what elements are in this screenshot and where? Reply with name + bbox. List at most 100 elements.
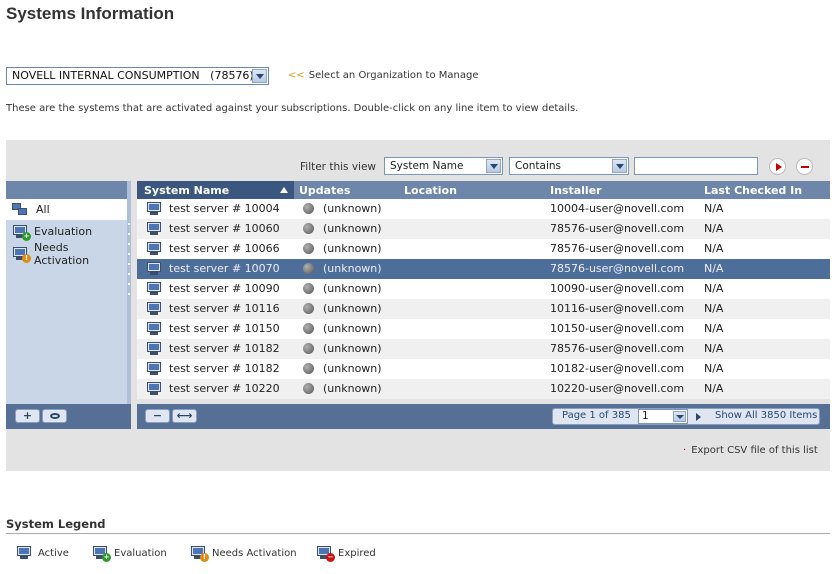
table-row[interactable]: test server # 10220 (unknown) 10220-user@n… bbox=[137, 379, 830, 399]
installer-cell: 10182-user@novell.com bbox=[550, 362, 685, 375]
legend-label: Active bbox=[38, 547, 69, 559]
table-row[interactable]: test server # 10060 (unknown) 78576-user@n… bbox=[137, 219, 830, 239]
table-row[interactable]: test server # 10070 (unknown) 78576-user@n… bbox=[137, 259, 830, 279]
category-header bbox=[6, 181, 127, 199]
grid-header: System Name Updates Location Installer L… bbox=[137, 181, 830, 199]
export-csv-link[interactable]: · Export CSV file of this list bbox=[683, 445, 818, 456]
category-item-needs-activation[interactable]: ! Needs Activation bbox=[6, 241, 127, 267]
table-row[interactable]: test server # 10066 (unknown) 78576-user@n… bbox=[137, 239, 830, 259]
last-checked-in-cell: N/A bbox=[704, 362, 724, 375]
column-header-updates[interactable]: Updates bbox=[299, 184, 350, 197]
remove-system-button[interactable]: − bbox=[145, 409, 170, 423]
export-csv-text[interactable]: Export CSV file of this list bbox=[691, 445, 818, 456]
chevron-down-icon[interactable] bbox=[673, 411, 686, 422]
legend-item-needs-activation: ! Needs Activation bbox=[190, 546, 297, 562]
organization-select-value: NOVELL INTERNAL CONSUMPTION (78576) bbox=[12, 69, 254, 82]
intro-text: These are the systems that are activated… bbox=[6, 103, 579, 114]
updates-cell: (unknown) bbox=[323, 342, 382, 355]
filter-text-input[interactable] bbox=[634, 157, 758, 175]
active-system-icon bbox=[146, 282, 162, 296]
table-row[interactable]: test server # 10116 (unknown) 10116-user@n… bbox=[137, 299, 830, 319]
active-system-icon bbox=[146, 302, 162, 316]
organization-hint-text: Select an Organization to Manage bbox=[308, 70, 479, 81]
filter-field-select[interactable]: System Name bbox=[384, 157, 503, 175]
system-name-cell: test server # 10066 bbox=[169, 242, 280, 255]
installer-cell: 10004-user@novell.com bbox=[550, 202, 685, 215]
legend-item-active: Active bbox=[16, 546, 69, 560]
organization-select[interactable]: NOVELL INTERNAL CONSUMPTION (78576) bbox=[6, 67, 269, 85]
column-header-location[interactable]: Location bbox=[404, 184, 457, 197]
last-checked-in-cell: N/A bbox=[704, 262, 724, 275]
evaluation-icon: + bbox=[92, 546, 111, 562]
update-status-icon bbox=[303, 203, 314, 214]
installer-cell: 10220-user@novell.com bbox=[550, 382, 685, 395]
active-system-icon bbox=[146, 362, 162, 376]
system-name-cell: test server # 10004 bbox=[169, 202, 280, 215]
legend-label: Evaluation bbox=[114, 547, 167, 559]
all-systems-icon bbox=[12, 202, 30, 217]
legend-item-expired: − Expired bbox=[316, 546, 376, 562]
legend-item-evaluation: + Evaluation bbox=[92, 546, 167, 562]
clear-filter-minus-icon[interactable] bbox=[796, 158, 813, 175]
table-row[interactable]: test server # 10182 (unknown) 10182-user@n… bbox=[137, 359, 830, 379]
filter-operator-select[interactable]: Contains bbox=[509, 157, 629, 175]
update-status-icon bbox=[303, 283, 314, 294]
legend-title: System Legend bbox=[6, 517, 106, 531]
updates-cell: (unknown) bbox=[323, 302, 382, 315]
column-header-system-name[interactable]: System Name bbox=[144, 184, 229, 197]
system-name-cell: test server # 10182 bbox=[169, 362, 280, 375]
table-row[interactable]: test server # 10004 (unknown) 10004-user@n… bbox=[137, 199, 830, 219]
add-category-button[interactable]: + bbox=[15, 409, 40, 423]
last-checked-in-cell: N/A bbox=[704, 222, 724, 235]
organization-hint: << Select an Organization to Manage bbox=[288, 70, 479, 81]
system-name-cell: test server # 10220 bbox=[169, 382, 280, 395]
installer-cell: 78576-user@novell.com bbox=[550, 222, 685, 235]
page-indicator: Page 1 of 385 bbox=[562, 410, 631, 421]
installer-cell: 78576-user@novell.com bbox=[550, 242, 685, 255]
update-status-icon bbox=[303, 343, 314, 354]
next-page-icon[interactable] bbox=[696, 413, 701, 421]
table-row[interactable]: test server # 10182 (unknown) 78576-user@n… bbox=[137, 339, 830, 359]
updates-cell: (unknown) bbox=[323, 242, 382, 255]
table-row[interactable]: test server # 10150 (unknown) 10150-user@n… bbox=[137, 319, 830, 339]
category-item-evaluation[interactable]: + Evaluation bbox=[6, 221, 127, 242]
update-status-icon bbox=[303, 223, 314, 234]
category-item-all[interactable]: All bbox=[6, 199, 127, 220]
filter-label: Filter this view bbox=[300, 161, 377, 173]
updates-cell: (unknown) bbox=[323, 322, 382, 335]
active-system-icon bbox=[146, 202, 162, 216]
last-checked-in-cell: N/A bbox=[704, 242, 724, 255]
filter-field-value: System Name bbox=[390, 160, 464, 172]
category-label: Evaluation bbox=[34, 225, 93, 238]
last-checked-in-cell: N/A bbox=[704, 202, 724, 215]
system-name-cell: test server # 10116 bbox=[169, 302, 280, 315]
system-name-cell: test server # 10060 bbox=[169, 222, 280, 235]
column-header-installer[interactable]: Installer bbox=[550, 184, 602, 197]
column-header-last-checked-in[interactable]: Last Checked In bbox=[704, 184, 802, 197]
apply-filter-play-icon[interactable] bbox=[769, 158, 786, 175]
update-status-icon bbox=[303, 243, 314, 254]
chevron-down-icon[interactable] bbox=[486, 159, 501, 173]
system-name-cell: test server # 10182 bbox=[169, 342, 280, 355]
last-checked-in-cell: N/A bbox=[704, 302, 724, 315]
active-system-icon bbox=[146, 242, 162, 256]
last-checked-in-cell: N/A bbox=[704, 342, 724, 355]
page-select[interactable]: 1 bbox=[638, 409, 688, 424]
updates-cell: (unknown) bbox=[323, 282, 382, 295]
last-checked-in-cell: N/A bbox=[704, 282, 724, 295]
chevron-down-icon[interactable] bbox=[252, 69, 267, 83]
page-title: Systems Information bbox=[6, 4, 175, 23]
view-category-button[interactable] bbox=[42, 409, 67, 423]
show-all-link[interactable]: Show All 3850 Items bbox=[715, 410, 817, 421]
table-row[interactable]: test server # 10090 (unknown) 10090-user@n… bbox=[137, 279, 830, 299]
legend-label: Needs Activation bbox=[212, 547, 297, 559]
chevron-down-icon[interactable] bbox=[612, 159, 627, 173]
sort-ascending-icon[interactable] bbox=[280, 187, 288, 193]
category-label: All bbox=[36, 203, 50, 216]
resize-columns-button[interactable]: ⟷ bbox=[172, 409, 197, 423]
expired-icon: − bbox=[316, 546, 335, 562]
update-status-icon bbox=[303, 303, 314, 314]
last-checked-in-cell: N/A bbox=[704, 322, 724, 335]
splitter-handle[interactable] bbox=[127, 181, 131, 404]
active-system-icon bbox=[146, 382, 162, 396]
